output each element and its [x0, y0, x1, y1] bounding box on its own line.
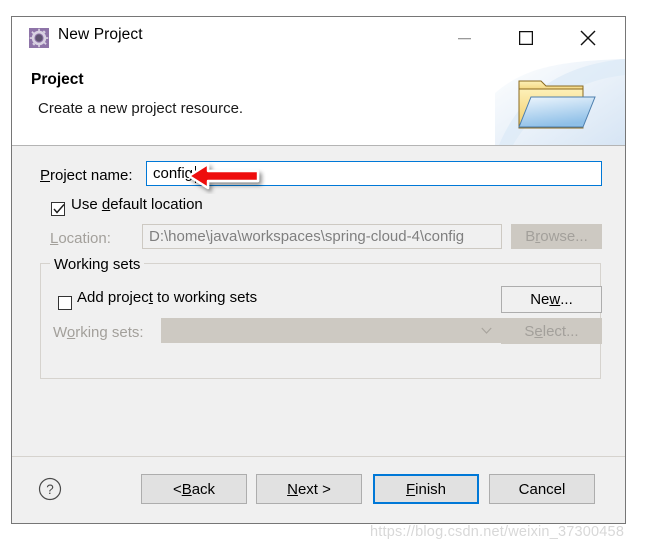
back-button[interactable]: < Back [141, 474, 247, 504]
working-sets-group-title: Working sets [50, 256, 145, 273]
new-working-set-button[interactable]: Ne w... [501, 286, 602, 313]
finish-button[interactable]: Finish [373, 474, 479, 504]
location-input: D:\home\java\workspaces\spring-cloud-4\c… [142, 224, 502, 249]
working-sets-combo-label: Working sets: [53, 324, 144, 341]
project-name-label: Project name: [40, 167, 133, 184]
close-icon[interactable] [565, 17, 611, 59]
cancel-button[interactable]: Cancel [489, 474, 595, 504]
page-title: Project [31, 71, 84, 88]
folder-icon [495, 59, 625, 145]
project-name-value: config [153, 165, 194, 182]
svg-text:?: ? [46, 482, 54, 497]
project-name-input[interactable]: config [146, 161, 602, 186]
minimize-icon[interactable] [441, 17, 487, 59]
chevron-down-icon [481, 327, 492, 335]
add-project-to-working-sets-checkbox[interactable] [58, 296, 72, 310]
watermark-text: https://blog.csdn.net/weixin_37300458 [370, 524, 625, 540]
working-sets-combo [161, 318, 501, 343]
select-working-set-button: Se lect... [501, 318, 602, 344]
window-title: New Project [58, 26, 143, 43]
use-default-location-label[interactable]: Use default location [71, 196, 203, 213]
project-gear-icon [29, 28, 49, 48]
text-caret [195, 166, 196, 183]
browse-button: Br owse... [511, 224, 602, 249]
dialog-footer: ? < Back Next > Finish Cancel [12, 456, 625, 523]
wizard-body: Project name: config Use default locatio… [12, 146, 625, 456]
title-bar: New Project [12, 17, 625, 59]
wizard-header: Project Create a new project resource. [12, 59, 625, 146]
help-icon[interactable]: ? [38, 477, 62, 501]
add-project-to-working-sets-label[interactable]: Add project to working sets [77, 289, 257, 306]
next-button[interactable]: Next > [256, 474, 362, 504]
page-subtitle: Create a new project resource. [38, 100, 244, 117]
use-default-location-checkbox[interactable] [51, 202, 65, 216]
screen: New Project Project Create a new project… [0, 0, 649, 550]
new-project-dialog: New Project Project Create a new project… [11, 16, 626, 524]
location-label: Location: [50, 230, 111, 247]
location-value: D:\home\java\workspaces\spring-cloud-4\c… [149, 228, 465, 245]
maximize-icon[interactable] [503, 17, 549, 59]
